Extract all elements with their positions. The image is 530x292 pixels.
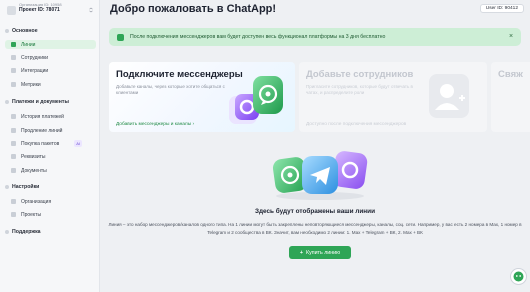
history-icon	[11, 114, 16, 119]
card-title: Подключите мессенджеры	[116, 69, 243, 80]
section-title: Настройки	[12, 184, 40, 190]
sidebar-item-label: Сотрудники	[21, 54, 49, 61]
section-title: Основное	[12, 28, 38, 34]
ai-badge: AI	[74, 140, 82, 147]
chevron-icon	[5, 185, 9, 189]
empty-state-desc: Линия – это набор мессенджеров/каналов о…	[108, 222, 522, 235]
sidebar-item-label: Метрики	[21, 81, 41, 88]
user-id-badge[interactable]: User ID: 90412	[479, 4, 524, 13]
plug-icon	[11, 68, 16, 73]
project-logo	[7, 6, 16, 15]
card-title: Добавьте сотрудников	[306, 69, 414, 80]
add-user-icon	[429, 74, 469, 118]
messenger-icons-illustration	[229, 76, 283, 124]
chart-icon	[11, 82, 16, 87]
buy-line-button[interactable]: + Купить линию	[289, 246, 351, 259]
info-icon	[117, 33, 124, 41]
sidebar-item-extend-lines[interactable]: Продление линий	[5, 126, 96, 135]
chevron-updown-icon	[89, 7, 93, 13]
sidebar-item-label: Покупка пакетов	[21, 140, 60, 147]
users-icon	[11, 55, 16, 60]
close-icon[interactable]: ×	[507, 33, 515, 41]
section-title: Поддержка	[12, 229, 41, 235]
lines-icon	[11, 42, 16, 47]
sidebar-item-organization[interactable]: Организация	[5, 197, 96, 206]
trial-banner: После подключения мессенджеров вам будет…	[109, 28, 521, 46]
sidebar-item-label: Документы	[21, 167, 47, 174]
section-support[interactable]: Поддержка	[5, 228, 97, 236]
sidebar-item-documents[interactable]: Документы	[5, 166, 96, 175]
sidebar-item-buy-packages[interactable]: Покупка пакетов AI	[5, 139, 96, 148]
button-label: Купить линию	[305, 249, 341, 256]
sidebar: Организация ID: 10958 Проект ID: 78071 О…	[0, 0, 100, 292]
card-desc: Добавьте каналы, через которые хотите об…	[116, 84, 225, 95]
card-title: Свяж	[498, 69, 523, 80]
package-icon	[11, 141, 16, 146]
sidebar-item-label: Продление линий	[21, 127, 63, 134]
document-icon	[11, 168, 16, 173]
chevron-icon	[5, 230, 9, 234]
card-desc: Пригласите сотрудников, которые будут от…	[306, 84, 413, 95]
card-third-partial: Свяж	[491, 62, 530, 132]
sidebar-item-integrations[interactable]: Интеграции	[5, 66, 96, 75]
building-icon	[11, 199, 16, 204]
requisites-icon	[11, 154, 16, 159]
project-switcher[interactable]: Организация ID: 10958 Проект ID: 78071	[5, 2, 97, 19]
section-title: Платежи и документы	[12, 99, 69, 105]
plus-icon: +	[299, 249, 303, 256]
assistant-chat-button[interactable]	[510, 268, 527, 285]
onboarding-cards: Подключите мессенджеры Добавьте каналы, …	[109, 62, 530, 132]
channels-illustration	[272, 151, 368, 200]
page-title: Добро пожаловать в ChatApp!	[110, 3, 277, 15]
sidebar-item-label: История платежей	[21, 113, 64, 120]
sidebar-item-label: Реквизиты	[21, 153, 46, 160]
section-main[interactable]: Основное	[5, 27, 97, 35]
section-settings[interactable]: Настройки	[5, 183, 97, 191]
chevron-icon	[5, 100, 9, 104]
sidebar-item-payment-history[interactable]: История платежей	[5, 112, 96, 121]
sidebar-item-lines[interactable]: Линии	[5, 40, 96, 49]
sidebar-item-label: Линии	[21, 41, 36, 48]
section-payments[interactable]: Платежи и документы	[5, 98, 97, 106]
sidebar-item-metrics[interactable]: Метрики	[5, 80, 96, 89]
chevron-icon	[5, 29, 9, 33]
project-id-label: Проект ID: 78071	[19, 7, 60, 13]
chat-bot-icon	[513, 271, 524, 282]
sidebar-item-label: Интеграции	[21, 67, 49, 74]
sidebar-item-label: Организация	[21, 198, 52, 205]
sidebar-item-employees[interactable]: Сотрудники	[5, 53, 96, 62]
add-messengers-link[interactable]: Добавить мессенджеры и каналы ›	[116, 122, 194, 127]
empty-state-title: Здесь будут отображены ваши линии	[254, 208, 376, 215]
refresh-icon	[11, 128, 16, 133]
card-connect-messengers[interactable]: Подключите мессенджеры Добавьте каналы, …	[109, 62, 295, 132]
card-add-employees: Добавьте сотрудников Пригласите сотрудни…	[299, 62, 487, 132]
card-note: Доступно после подключения мессенджеров	[306, 122, 407, 127]
sidebar-item-requisites[interactable]: Реквизиты	[5, 152, 96, 161]
banner-text: После подключения мессенджеров вам будет…	[130, 34, 386, 40]
